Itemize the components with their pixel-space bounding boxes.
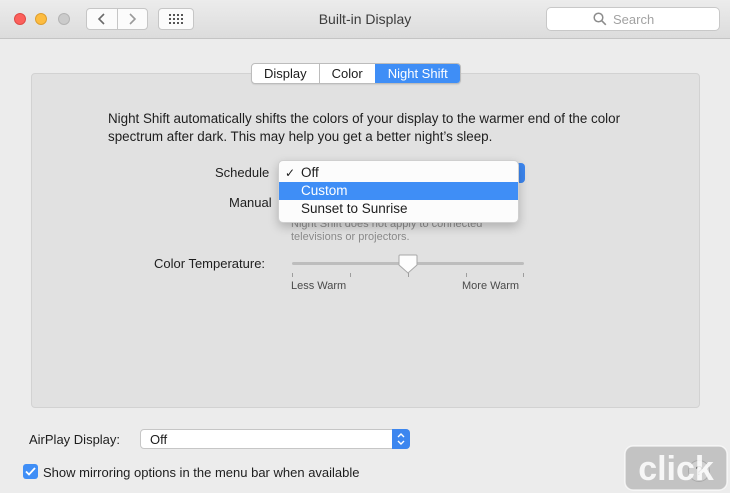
night-shift-description: Night Shift automatically shifts the col… [108, 111, 621, 144]
window-titlebar: Built-in Display Search [0, 0, 730, 39]
schedule-menu: ✓ Off Custom Sunset to Sunrise [278, 160, 519, 223]
less-warm-label: Less Warm [291, 280, 347, 292]
display-tabs: Display Color Night Shift [251, 63, 461, 84]
color-temperature-slider-knob[interactable] [397, 253, 419, 275]
select-stepper-icon [392, 429, 410, 449]
color-temperature-label: Color Temperature: [154, 256, 266, 271]
menu-item-off[interactable]: ✓ Off [279, 164, 518, 182]
mirroring-label: Show mirroring options in the menu bar w… [43, 465, 360, 480]
menu-item-sunset-to-sunrise[interactable]: Sunset to Sunrise [279, 200, 518, 218]
checkmark-icon [25, 467, 36, 476]
airplay-value: Off [150, 432, 168, 447]
svg-text:click: click [638, 450, 714, 488]
slider-tick [292, 273, 293, 277]
search-placeholder: Search [613, 12, 655, 27]
manual-label: Manual [229, 195, 272, 210]
more-warm-label: More Warm [462, 280, 520, 292]
tab-color[interactable]: Color [318, 64, 375, 83]
airplay-label: AirPlay Display: [29, 432, 121, 447]
menu-item-label: Sunset to Sunrise [301, 201, 408, 216]
airplay-display-select[interactable]: Off [140, 429, 410, 449]
search-input[interactable]: Search [546, 7, 720, 31]
slider-tick [466, 273, 467, 277]
slider-tick [523, 273, 524, 277]
checkmark-icon: ✓ [285, 166, 296, 180]
menu-item-label: Custom [301, 183, 348, 198]
menu-item-label: Off [301, 165, 319, 180]
mirroring-checkbox[interactable] [23, 464, 38, 479]
tab-night-shift[interactable]: Night Shift [374, 64, 460, 83]
click-watermark-logo: click [624, 445, 728, 491]
menu-item-custom[interactable]: Custom [279, 182, 518, 200]
search-icon [593, 12, 607, 26]
schedule-label: Schedule [215, 165, 270, 180]
slider-tick [350, 273, 351, 277]
tab-display[interactable]: Display [252, 64, 319, 83]
